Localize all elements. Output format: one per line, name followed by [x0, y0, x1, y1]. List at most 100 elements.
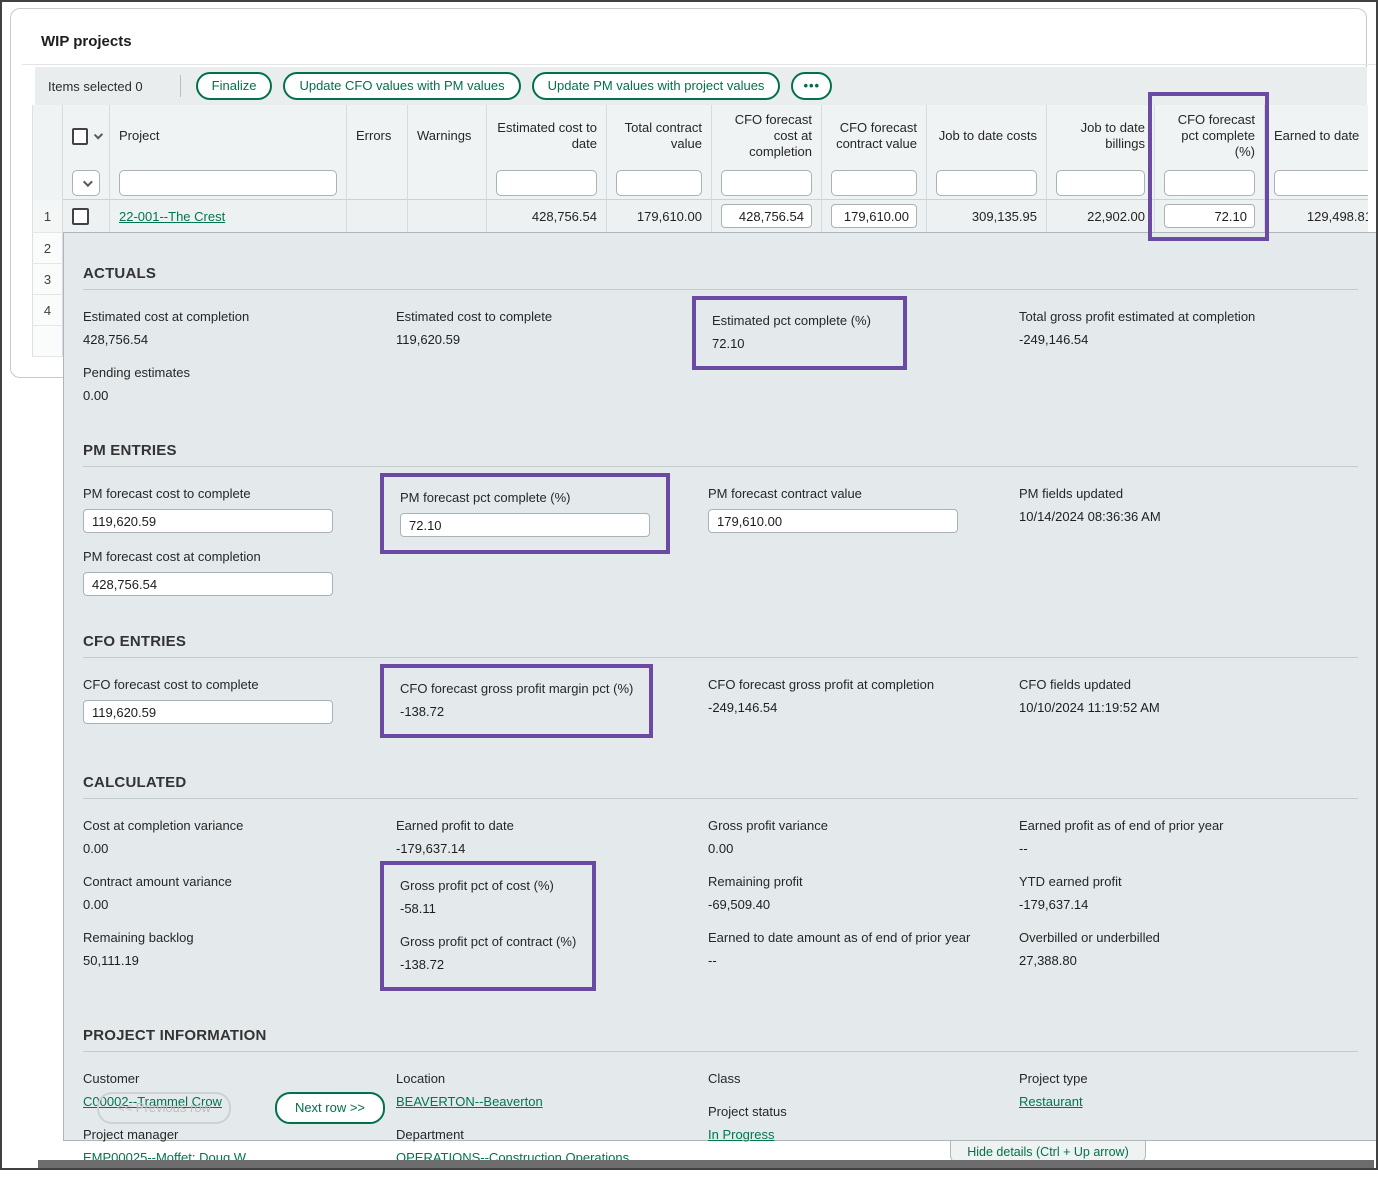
field-label: Project manager	[83, 1126, 374, 1144]
select-all-checkbox[interactable]	[72, 128, 88, 145]
col-header-est-cost-to-date[interactable]: Estimated cost to date	[496, 120, 597, 152]
col-header-jtd-costs[interactable]: Job to date costs	[936, 128, 1037, 144]
chevron-down-icon[interactable]	[93, 130, 103, 140]
section-column: PM fields updated10/14/2024 08:36:36 AM	[1019, 485, 1378, 611]
filter-cfo-contract-value-input[interactable]	[831, 170, 917, 196]
filter-dropdown-button[interactable]	[72, 170, 100, 196]
pm-forecast-contract-value-input[interactable]	[708, 509, 958, 533]
filter-total-contract-value-input[interactable]	[616, 170, 702, 196]
more-actions-button[interactable]: •••	[791, 72, 832, 100]
col-header-jtd-billings[interactable]: Job to date billings	[1056, 120, 1145, 152]
field-gross-profit-pct-of-contract: Gross profit pct of contract (%)-138.72	[400, 933, 576, 974]
section-title: ACTUALS	[83, 265, 1378, 282]
field-value: 119,620.59	[396, 331, 686, 349]
finalize-button[interactable]: Finalize	[196, 72, 273, 100]
field-label: Estimated cost to complete	[396, 308, 686, 326]
col-header-cfo-cost-at-completion[interactable]: CFO forecast cost at completion	[721, 112, 812, 160]
field-overbilled-or-underbilled: Overbilled or underbilled27,388.80	[1019, 929, 1356, 970]
field-value: -69,509.40	[708, 896, 997, 914]
project-status-link[interactable]: In Progress	[708, 1127, 774, 1142]
cfo-pct-complete-input[interactable]	[1164, 204, 1255, 228]
field-value: -58.11	[400, 900, 576, 918]
section-title: CALCULATED	[83, 774, 1378, 791]
row-number[interactable]: 3	[32, 264, 63, 295]
filter-cfo-pct-complete-input[interactable]	[1164, 170, 1255, 196]
update-cfo-values-button[interactable]: Update CFO values with PM values	[283, 72, 520, 100]
row-number[interactable]: 1	[32, 200, 63, 233]
pm-forecast-cost-to-complete-input[interactable]	[83, 509, 333, 533]
cfo-forecast-cost-to-complete-input[interactable]	[83, 700, 333, 724]
field-value: Restaurant	[1019, 1093, 1356, 1111]
project-link[interactable]: 22-001--The Crest	[119, 209, 225, 224]
pm-forecast-cost-at-completion-input[interactable]	[83, 572, 333, 596]
field-estimated-cost-at-completion: Estimated cost at completion 428,756.54	[83, 308, 374, 349]
cfo-cost-at-completion-input[interactable]	[721, 204, 812, 228]
table-row: 1 22-001--The Crest 428,756.54 179,610.0…	[32, 200, 1368, 233]
field-remaining-profit: Remaining profit -69,509.40	[708, 873, 997, 914]
field-earned-to-date-amount-as-of-end-of-prior-year: Earned to date amount as of end of prior…	[708, 929, 997, 970]
grid-header-row: Project Errors Warnings Estimated cost t…	[32, 105, 1368, 167]
section-column: PM forecast contract value	[708, 485, 1019, 611]
col-header-total-contract-value[interactable]: Total contract value	[616, 120, 702, 152]
field-value: 10/10/2024 11:19:52 AM	[1019, 699, 1356, 717]
jtd-billings-cell: 22,902.00	[1047, 200, 1155, 233]
field-label: Remaining profit	[708, 873, 997, 891]
section-cfo-entries: CFO ENTRIESCFO forecast cost to complete…	[83, 633, 1378, 752]
field-pm-fields-updated: PM fields updated10/14/2024 08:36:36 AM	[1019, 485, 1356, 526]
update-pm-values-button[interactable]: Update PM values with project values	[532, 72, 781, 100]
filter-cfo-cost-at-completion-input[interactable]	[721, 170, 812, 196]
field-pending-estimates: Pending estimates0.00	[83, 364, 374, 405]
field-cost-at-completion-variance: Cost at completion variance0.00	[83, 817, 374, 858]
field-label: Estimated cost at completion	[83, 308, 374, 326]
section-divider	[83, 1051, 1358, 1052]
previous-row-button[interactable]: << Previous row	[97, 1092, 231, 1124]
section-column: Earned profit to date-179,637.14Gross pr…	[396, 817, 708, 1005]
field-remaining-backlog: Remaining backlog50,111.19	[83, 929, 374, 970]
col-header-project[interactable]: Project	[119, 128, 337, 144]
field-value: 428,756.54	[83, 331, 374, 349]
field-value: 0.00	[83, 387, 374, 405]
filter-jtd-billings-input[interactable]	[1056, 170, 1145, 196]
location-link[interactable]: BEAVERTON--Beaverton	[396, 1094, 543, 1109]
section-column: Gross profit variance0.00Remaining profi…	[708, 817, 1019, 1005]
col-header-warnings[interactable]: Warnings	[417, 128, 477, 144]
section-column: Total gross profit estimated at completi…	[1019, 308, 1378, 420]
field-value: BEAVERTON--Beaverton	[396, 1093, 686, 1111]
items-selected-label: Items selected 0	[48, 79, 143, 94]
field-label: PM forecast cost to complete	[83, 485, 374, 503]
field-label: Overbilled or underbilled	[1019, 929, 1314, 947]
field-project-type: Project typeRestaurant	[1019, 1070, 1356, 1111]
field-cfo-fields-updated: CFO fields updated10/10/2024 11:19:52 AM	[1019, 676, 1356, 717]
pm-forecast-pct-complete-input[interactable]	[400, 513, 650, 537]
field-earned-profit-as-of-end-of-prior-year: Earned profit as of end of prior year--	[1019, 817, 1356, 858]
field-value: --	[1019, 840, 1356, 858]
field-value: 0.00	[83, 896, 374, 914]
section-grid: PM forecast cost to complete PM forecast …	[83, 485, 1378, 611]
filter-project-input[interactable]	[119, 170, 337, 196]
field-gross-profit-pct-of-cost: Gross profit pct of cost (%)-58.11	[400, 877, 576, 918]
field-ytd-earned-profit: YTD earned profit-179,637.14	[1019, 873, 1356, 914]
highlight-box: PM forecast pct complete (%)	[380, 473, 670, 554]
row-checkbox[interactable]	[72, 208, 89, 225]
earned-to-date-cell: 129,498.81	[1265, 200, 1368, 233]
horizontal-scrollbar[interactable]	[38, 1160, 1374, 1168]
field-value: 72.10	[712, 335, 887, 353]
col-header-cfo-pct-complete[interactable]: CFO forecast pct complete (%)	[1164, 112, 1255, 160]
field-pm-forecast-cost-at-completion: PM forecast cost at completion	[83, 548, 374, 596]
field-value: -138.72	[400, 956, 576, 974]
col-header-errors[interactable]: Errors	[356, 128, 398, 144]
next-row-button[interactable]: Next row >>	[275, 1092, 385, 1124]
col-header-cfo-contract-value[interactable]: CFO forecast contract value	[831, 120, 917, 152]
filter-jtd-costs-input[interactable]	[936, 170, 1037, 196]
field-label: Earned to date amount as of end of prior…	[708, 929, 997, 947]
field-label: Earned profit to date	[396, 817, 686, 835]
cfo-contract-value-input[interactable]	[831, 204, 917, 228]
section-pm-entries: PM ENTRIESPM forecast cost to completePM…	[83, 442, 1378, 611]
col-header-earned-to-date[interactable]: Earned to date	[1274, 128, 1368, 144]
field-label: PM forecast pct complete (%)	[400, 489, 650, 507]
filter-est-cost-to-date-input[interactable]	[496, 170, 597, 196]
row-number[interactable]: 4	[32, 295, 63, 326]
project-type-link[interactable]: Restaurant	[1019, 1094, 1083, 1109]
row-number[interactable]: 2	[32, 233, 63, 264]
filter-earned-to-date-input[interactable]	[1274, 170, 1368, 196]
